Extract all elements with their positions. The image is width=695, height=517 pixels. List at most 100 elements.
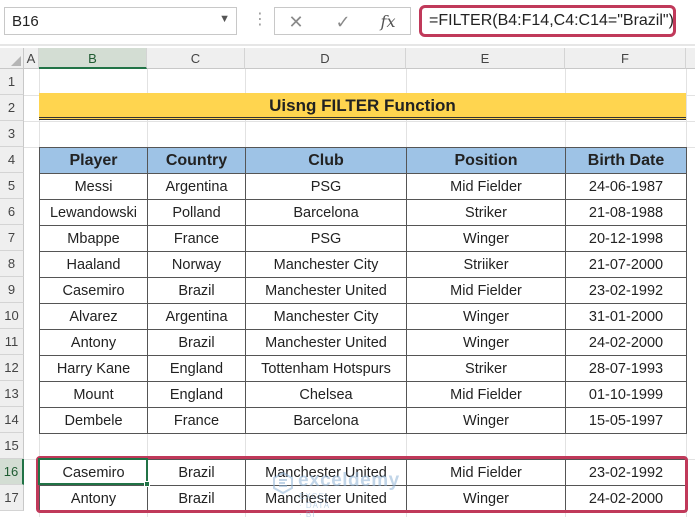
header-position[interactable]: Position: [406, 147, 566, 174]
cell-club[interactable]: Barcelona: [245, 199, 407, 226]
cell-country[interactable]: Brazil: [147, 329, 246, 356]
cell-birth-date[interactable]: 20-12-1998: [565, 225, 687, 252]
column-header-e[interactable]: E: [406, 48, 565, 69]
row-header-7[interactable]: 7: [0, 225, 24, 251]
column-header-c[interactable]: C: [147, 48, 245, 69]
cell-country[interactable]: England: [147, 381, 246, 408]
cell-position[interactable]: Striiker: [406, 251, 566, 278]
cell-position[interactable]: Mid Fielder: [406, 173, 566, 200]
row-header-6[interactable]: 6: [0, 199, 24, 225]
row-header-5[interactable]: 5: [0, 173, 24, 199]
cell-player[interactable]: Mount: [39, 381, 148, 408]
row-header-15[interactable]: 15: [0, 433, 24, 459]
cell-club[interactable]: PSG: [245, 173, 407, 200]
cell-birth-date[interactable]: 23-02-1992: [565, 277, 687, 304]
gridline: [24, 121, 695, 122]
cell-birth-date[interactable]: 21-08-1988: [565, 199, 687, 226]
cell-birth-date[interactable]: 01-10-1999: [565, 381, 687, 408]
cell-country[interactable]: France: [147, 407, 246, 434]
cell-country[interactable]: Argentina: [147, 173, 246, 200]
sheet-title: Uisng FILTER Function: [269, 96, 456, 115]
cell-country[interactable]: Argentina: [147, 303, 246, 330]
cell-player[interactable]: Haaland: [39, 251, 148, 278]
cell-country[interactable]: France: [147, 225, 246, 252]
cell-position[interactable]: Striker: [406, 355, 566, 382]
row-header-2[interactable]: 2: [0, 95, 24, 121]
cell-birth-date[interactable]: 31-01-2000: [565, 303, 687, 330]
header-birth-date[interactable]: Birth Date: [565, 147, 687, 174]
row-header-13[interactable]: 13: [0, 381, 24, 407]
cell-club[interactable]: PSG: [245, 225, 407, 252]
row-header-3[interactable]: 3: [0, 121, 24, 147]
cell-position[interactable]: Mid Fielder: [406, 277, 566, 304]
cell-birth-date[interactable]: 15-05-1997: [565, 407, 687, 434]
active-cell-cursor: [38, 458, 148, 485]
fill-handle[interactable]: [144, 481, 150, 487]
cell-club[interactable]: Manchester United: [245, 329, 407, 356]
cell-player[interactable]: Messi: [39, 173, 148, 200]
row-header-16[interactable]: 16: [0, 459, 24, 485]
cell-position[interactable]: Mid Fielder: [406, 381, 566, 408]
cell-club[interactable]: Barcelona: [245, 407, 407, 434]
row-header-14[interactable]: 14: [0, 407, 24, 433]
name-box-value: B16: [12, 13, 39, 30]
cell-player[interactable]: Alvarez: [39, 303, 148, 330]
cell-player[interactable]: Harry Kane: [39, 355, 148, 382]
table-row: Dembele France Barcelona Winger 15-05-19…: [39, 407, 687, 434]
column-header-d[interactable]: D: [245, 48, 406, 69]
column-header-g[interactable]: [686, 48, 695, 69]
cell-club[interactable]: Manchester City: [245, 251, 407, 278]
column-header-a[interactable]: A: [24, 48, 39, 69]
close-icon[interactable]: ✕: [281, 10, 311, 34]
insert-function-button[interactable]: fx: [373, 10, 403, 34]
select-all-button[interactable]: [0, 48, 24, 69]
cell-club[interactable]: Manchester City: [245, 303, 407, 330]
title-cell[interactable]: Uisng FILTER Function: [39, 93, 686, 120]
table-row: Messi Argentina PSG Mid Fielder 24-06-19…: [39, 173, 687, 200]
cell-birth-date[interactable]: 21-07-2000: [565, 251, 687, 278]
cell-player[interactable]: Mbappe: [39, 225, 148, 252]
formula-input[interactable]: =FILTER(B4:F14,C4:C14="Brazil"): [419, 5, 676, 37]
cell-club[interactable]: Tottenham Hotspurs: [245, 355, 407, 382]
cell-birth-date[interactable]: 24-02-2000: [565, 329, 687, 356]
cell-player[interactable]: Antony: [39, 329, 148, 356]
cell-player[interactable]: Dembele: [39, 407, 148, 434]
cell-birth-date[interactable]: 24-06-1987: [565, 173, 687, 200]
cell-club[interactable]: Manchester United: [245, 277, 407, 304]
header-country[interactable]: Country: [147, 147, 246, 174]
formula-bar-area: B16 ▼ ⋮ ✕ ✓ fx =FILTER(B4:F14,C4:C14="Br…: [0, 0, 695, 44]
header-club[interactable]: Club: [245, 147, 407, 174]
cell-country[interactable]: Norway: [147, 251, 246, 278]
header-player[interactable]: Player: [39, 147, 148, 174]
column-header-b[interactable]: B: [39, 48, 147, 69]
row-header-8[interactable]: 8: [0, 251, 24, 277]
table-row: Casemiro Brazil Manchester United Mid Fi…: [39, 277, 687, 304]
row-header-11[interactable]: 11: [0, 329, 24, 355]
cell-club[interactable]: Chelsea: [245, 381, 407, 408]
row-header-10[interactable]: 10: [0, 303, 24, 329]
check-icon[interactable]: ✓: [328, 10, 358, 34]
cell-player[interactable]: Casemiro: [39, 277, 148, 304]
table-row: Lewandowski Polland Barcelona Striker 21…: [39, 199, 687, 226]
column-header-f[interactable]: F: [565, 48, 686, 69]
cell-position[interactable]: Striker: [406, 199, 566, 226]
row-header-17[interactable]: 17: [0, 485, 24, 511]
cell-position[interactable]: Winger: [406, 329, 566, 356]
row-header-12[interactable]: 12: [0, 355, 24, 381]
cell-country[interactable]: Polland: [147, 199, 246, 226]
cell-player[interactable]: Lewandowski: [39, 199, 148, 226]
cell-country[interactable]: England: [147, 355, 246, 382]
name-box[interactable]: B16 ▼: [4, 7, 237, 35]
cell-position[interactable]: Winger: [406, 407, 566, 434]
cell-birth-date[interactable]: 28-07-1993: [565, 355, 687, 382]
formula-bar-divider: [0, 44, 695, 46]
cell-country[interactable]: Brazil: [147, 277, 246, 304]
row-header-4[interactable]: 4: [0, 147, 24, 173]
chevron-down-icon[interactable]: ▼: [219, 13, 230, 25]
source-table: Player Country Club Position Birth Date …: [39, 147, 687, 434]
row-header-1[interactable]: 1: [0, 69, 24, 95]
cell-position[interactable]: Winger: [406, 225, 566, 252]
row-header-9[interactable]: 9: [0, 277, 24, 303]
table-header-row: Player Country Club Position Birth Date: [39, 147, 687, 174]
cell-position[interactable]: Winger: [406, 303, 566, 330]
